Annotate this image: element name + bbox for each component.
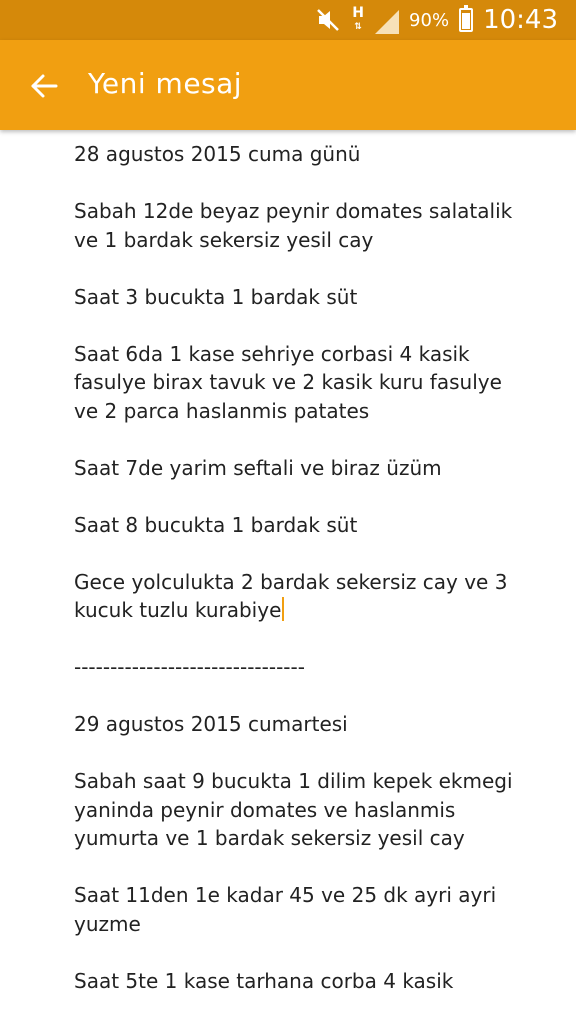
- hd-icon: H ⇅: [352, 5, 364, 32]
- clock: 10:43: [483, 5, 558, 35]
- text-cursor: [282, 597, 285, 621]
- battery-fill: [462, 13, 471, 29]
- hd-label: H: [352, 5, 364, 21]
- message-line: Sabah saat 9 bucukta 1 dilim kepek ekmeg…: [74, 769, 519, 850]
- arrow-back-icon: [31, 74, 58, 98]
- separator-line: --------------------------------: [74, 655, 305, 679]
- status-icons: H ⇅ 90% 10:43: [315, 0, 558, 40]
- message-line-with-cursor: Gece yolculukta 2 bardak sekersiz cay ve…: [74, 568, 514, 625]
- message-line: 29 agustos 2015 cumartesi: [74, 712, 348, 736]
- message-line: Saat 7de yarim seftali ve biraz üzüm: [74, 455, 442, 480]
- message-line: Sabah 12de beyaz peynir domates salatali…: [74, 199, 519, 252]
- battery-icon: [459, 5, 474, 32]
- message-line: Saat 11den 1e kadar 45 ve 25 dk ayri ayr…: [74, 883, 503, 936]
- mute-icon: [315, 7, 341, 33]
- message-body[interactable]: 28 agustos 2015 cuma günü Sabah 12de bey…: [74, 140, 514, 1024]
- message-line: Saat 8 bucukta 1 bardak süt: [74, 512, 358, 537]
- message-line: Saat 6da 1 kase sehriye corbasi 4 kasik …: [74, 341, 509, 423]
- message-line: Saat 5te 1 kase tarhana corba 4 kasik: [74, 968, 454, 993]
- page-title: Yeni mesaj: [88, 67, 243, 100]
- message-line: Saat 3 bucukta 1 bardak süt: [74, 284, 358, 309]
- back-button[interactable]: [18, 60, 70, 112]
- message-line: Gece yolculukta 2 bardak sekersiz cay ve…: [74, 569, 514, 623]
- battery-percent: 90%: [409, 9, 450, 31]
- message-line: 28 agustos 2015 cuma günü: [74, 142, 361, 166]
- app-bar: Yeni mesaj: [0, 40, 576, 130]
- status-bar: H ⇅ 90% 10:43: [0, 0, 576, 40]
- signal-icon: [375, 10, 400, 34]
